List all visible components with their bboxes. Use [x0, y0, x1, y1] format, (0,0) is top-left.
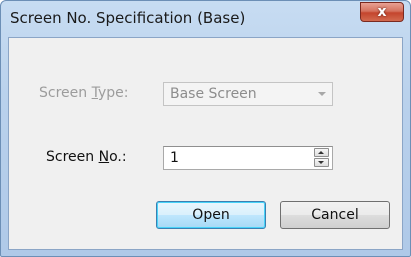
open-button[interactable]: Open	[156, 201, 266, 229]
screen-no-label-suffix: o.:	[109, 149, 127, 165]
chevron-down-icon	[318, 92, 326, 96]
spin-buttons	[314, 148, 329, 168]
screen-no-value[interactable]: 1	[170, 150, 179, 166]
screen-no-stepper[interactable]: 1	[163, 146, 333, 170]
screen-type-label-suffix: ype:	[97, 85, 129, 101]
spin-down-button[interactable]	[314, 158, 329, 167]
screen-type-dropdown[interactable]: Base Screen	[163, 82, 333, 106]
spin-up-button[interactable]	[314, 148, 329, 157]
screen-no-label: Screen No.:	[46, 149, 127, 165]
screen-no-label-mnemonic: N	[98, 149, 110, 165]
screen-type-value: Base Screen	[170, 86, 257, 102]
spin-up-icon	[318, 151, 324, 154]
dialog-body: Screen Type: Base Screen Screen No.: 1 O…	[8, 37, 403, 250]
close-button[interactable]: x	[360, 2, 404, 22]
screen-type-label: Screen Type:	[39, 85, 128, 101]
close-icon: x	[377, 4, 387, 20]
screen-no-label-prefix: Screen	[46, 149, 99, 165]
screen-type-label-prefix: Screen	[39, 85, 92, 101]
window-title: Screen No. Specification (Base)	[10, 9, 246, 27]
cancel-button[interactable]: Cancel	[280, 201, 390, 229]
spin-down-icon	[318, 161, 324, 164]
dialog-window: Screen No. Specification (Base) x Screen…	[0, 0, 411, 257]
title-bar[interactable]: Screen No. Specification (Base) x	[1, 1, 410, 37]
